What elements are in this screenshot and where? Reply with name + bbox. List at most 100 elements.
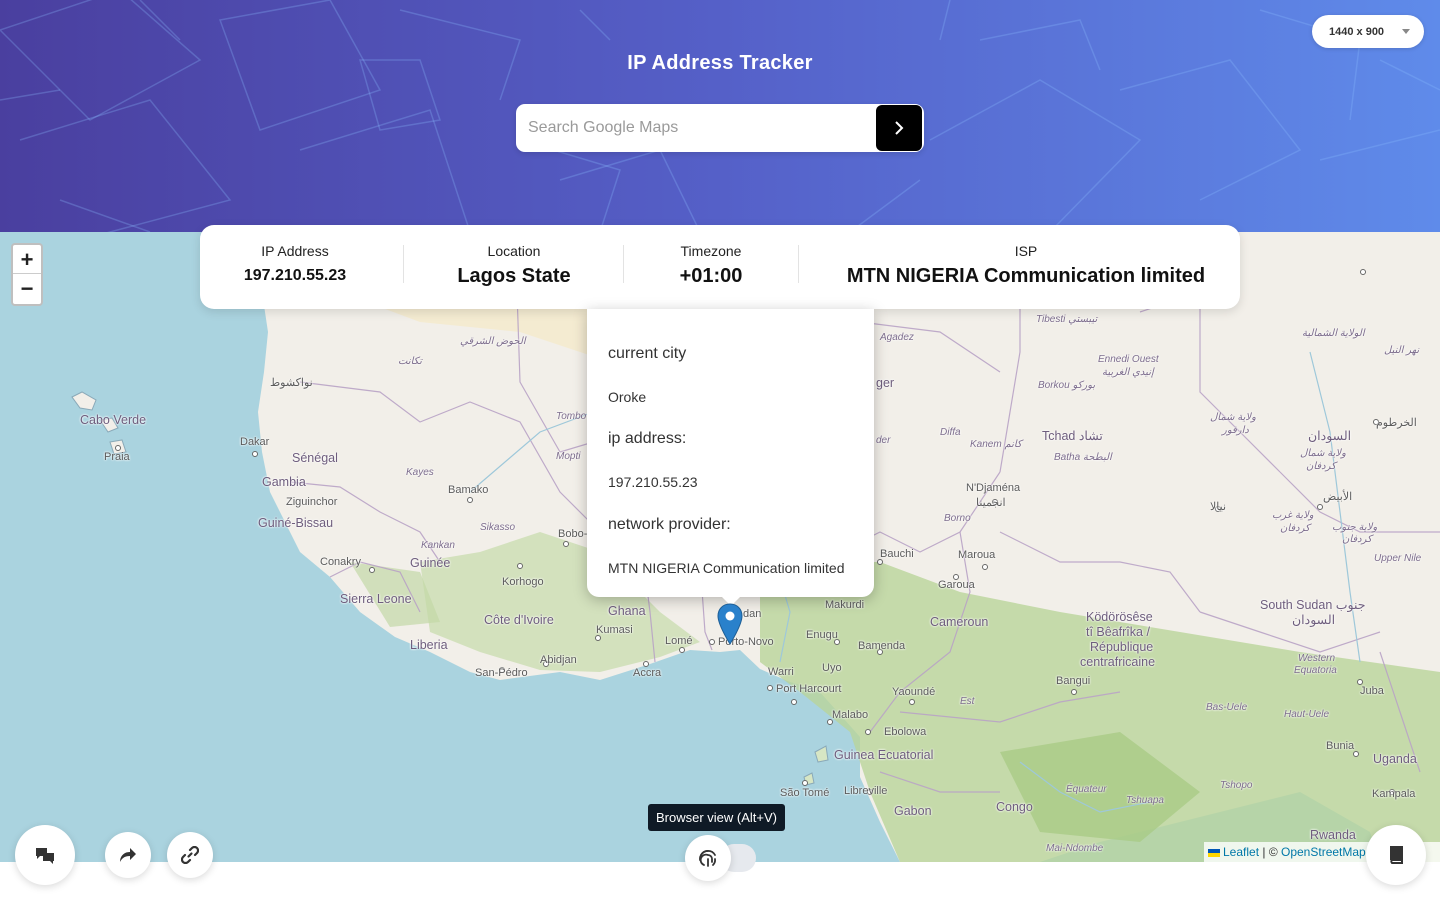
map-label: Accra <box>633 667 662 679</box>
map-label: Guiné-Bissau <box>258 516 334 530</box>
map-label: ولاية جنوب <box>1332 522 1378 533</box>
location-section: Location Lagos State <box>410 225 618 309</box>
map-label: ولاية شمال <box>1300 448 1346 459</box>
map-label: تكانت <box>398 356 422 367</box>
leaflet-link[interactable]: Leaflet <box>1223 845 1259 859</box>
popup-ip-value: 197.210.55.23 <box>608 474 698 490</box>
map-label: dan <box>743 608 762 620</box>
map-label: Juba <box>1360 685 1384 697</box>
map-label: Congo <box>996 800 1033 814</box>
map-label: Gabon <box>894 804 932 818</box>
popup-city-value: Oroke <box>608 389 647 405</box>
map-label: République <box>1090 640 1154 654</box>
map-label: der <box>876 435 891 446</box>
map-label: Côte d'Ivoire <box>484 613 554 627</box>
ip-address-value: 197.210.55.23 <box>243 267 347 284</box>
map-label: Gambia <box>262 475 306 489</box>
copy-link-button[interactable] <box>167 832 213 878</box>
search-input[interactable] <box>516 104 876 152</box>
map-label: Guinea Ecuatorial <box>834 748 934 762</box>
popup-provider-value: MTN NIGERIA Communication limited <box>608 560 845 576</box>
map-label: Maroua <box>958 549 996 561</box>
map-label: São Tomé <box>780 787 830 799</box>
map-label: Tombo <box>556 411 587 422</box>
map-label: Equatoria <box>1294 665 1337 676</box>
map-label: انجمينا <box>976 497 1006 509</box>
map-label: Yaoundé <box>892 686 936 698</box>
resolution-label: 1440 x 900 <box>1329 25 1385 38</box>
chat-icon <box>36 848 54 864</box>
divider <box>403 245 404 283</box>
map-label: كردفان <box>1306 461 1336 472</box>
map-label: San-Pédro <box>475 667 528 679</box>
map-marker-icon[interactable] <box>717 603 743 645</box>
map-label: Tchad تشاد <box>1042 429 1103 443</box>
map-label: Rwanda <box>1310 828 1356 842</box>
map-label: نواكشوط <box>270 377 313 389</box>
timezone-value: +01:00 <box>679 265 743 287</box>
isp-label: ISP <box>1014 243 1038 259</box>
search-submit-button[interactable] <box>876 105 922 151</box>
map-label: Western <box>1298 653 1336 664</box>
map-label: Ghana <box>608 604 646 618</box>
map-label: نيالا <box>1210 501 1227 513</box>
map-label: centrafricaine <box>1080 655 1156 669</box>
map-label: Cameroun <box>930 615 989 629</box>
zoom-in-button[interactable]: + <box>13 245 41 274</box>
map-label: Libreville <box>844 785 888 797</box>
map-label: Mopti <box>556 451 581 462</box>
search-bar <box>516 104 924 152</box>
map-label: Sikasso <box>480 522 516 533</box>
link-icon <box>181 846 199 864</box>
map-label: ولاية شمال <box>1210 412 1256 423</box>
location-label: Location <box>487 243 541 259</box>
map-label: Upper Nile <box>1374 553 1422 564</box>
header: IP Address Tracker 1440 x 900 <box>0 0 1440 232</box>
map-label: Agadez <box>880 332 914 343</box>
map-label: Dakar <box>240 436 270 448</box>
isp-section: ISP MTN NIGERIA Communication limited <box>806 225 1246 309</box>
zoom-control: + − <box>11 243 43 306</box>
map-label: Batha البطحة <box>1054 452 1112 463</box>
popup-provider-heading: network provider: <box>608 516 731 533</box>
map-label: Liberia <box>410 638 448 652</box>
resolution-dropdown[interactable]: 1440 x 900 <box>1312 15 1424 48</box>
popup-city-heading: current city <box>608 345 687 362</box>
map-label: Bangui <box>1056 675 1091 687</box>
map-label: Makurdi <box>825 599 865 611</box>
map-label: Korhogo <box>502 576 544 588</box>
map-label: السودان <box>1308 429 1352 443</box>
map-label: Bauchi <box>880 548 914 560</box>
openstreetmap-link[interactable]: OpenStreetMap <box>1281 845 1366 859</box>
map-label: Uganda <box>1373 752 1417 766</box>
map-label: Borkou بوركو <box>1038 380 1096 391</box>
map-label: Tshuapa <box>1126 795 1164 806</box>
share-arrow-icon <box>120 848 136 862</box>
map-label: Bas-Uele <box>1206 702 1248 713</box>
guide-button[interactable] <box>1366 825 1426 885</box>
map-label: Garoua <box>938 579 975 591</box>
map-label: Kumasi <box>596 624 633 636</box>
browser-view-toggle[interactable] <box>685 835 731 881</box>
book-icon <box>1390 846 1403 864</box>
map-label: ger <box>876 376 895 390</box>
zoom-out-button[interactable]: − <box>13 274 41 303</box>
map-label: دارفور <box>1222 425 1249 436</box>
map-label: Ennedi Ouest <box>1098 354 1159 365</box>
popup-ip-heading: ip address: <box>608 430 687 447</box>
map-label: Ziguinchor <box>286 496 338 508</box>
location-popup: current city Oroke ip address: 197.210.5… <box>587 309 874 606</box>
map-label: Cabo Verde <box>80 413 147 427</box>
map-label: Uyo <box>822 662 842 674</box>
map-label: Praia <box>104 451 130 463</box>
map-label: Tibesti تيبستي <box>1036 314 1098 325</box>
ip-address-section: IP Address 197.210.55.23 <box>220 225 370 309</box>
timezone-section: Timezone +01:00 <box>630 225 792 309</box>
map-label: نهر النيل <box>1384 345 1420 356</box>
map-label: Bobo- <box>558 528 588 540</box>
share-button[interactable] <box>105 832 151 878</box>
map-label: إنيدي الغربية <box>1102 367 1154 378</box>
map-label: Guinée <box>410 556 451 570</box>
ip-address-label: IP Address <box>261 243 329 259</box>
chat-button[interactable] <box>15 825 75 885</box>
